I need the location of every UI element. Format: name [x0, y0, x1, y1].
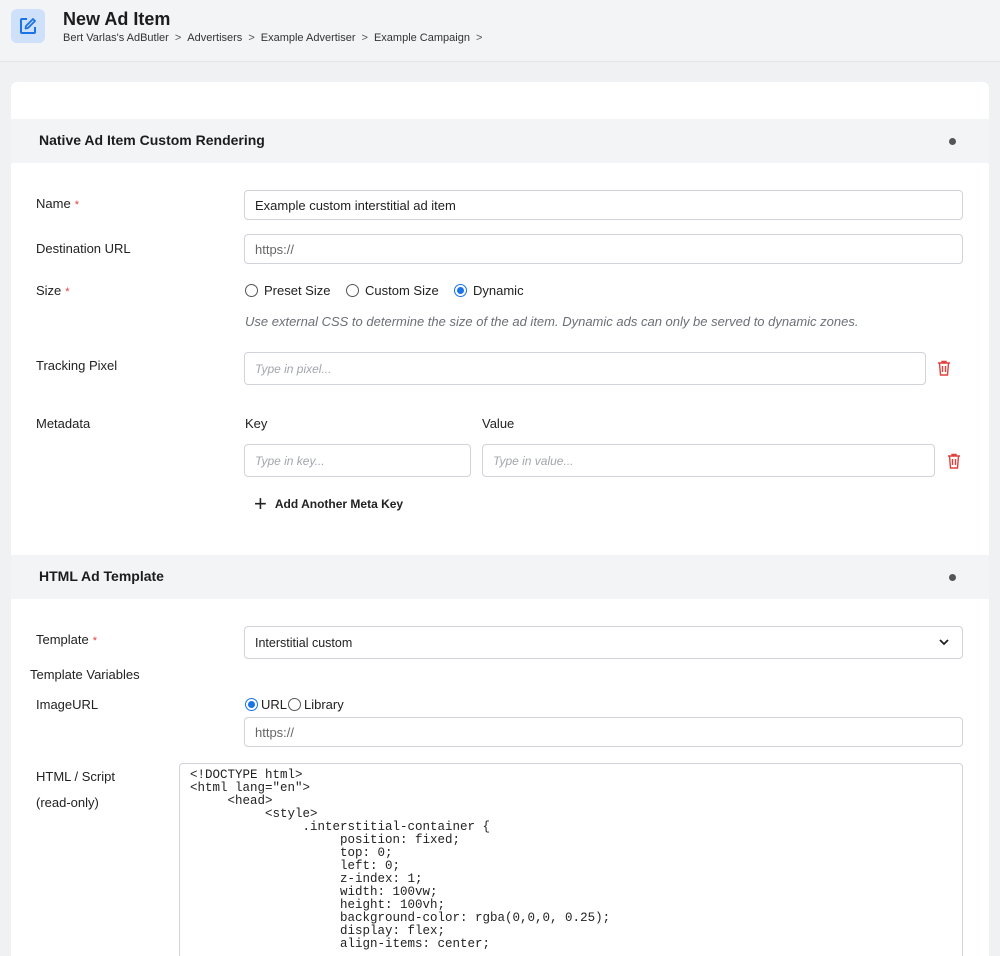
collapse-dot-icon[interactable] — [949, 574, 956, 581]
template-label: Template * — [36, 632, 98, 647]
page-title: New Ad Item — [63, 9, 171, 29]
radio-selected-icon[interactable] — [245, 698, 258, 711]
breadcrumb-item-advertiser[interactable]: Example Advertiser — [261, 32, 356, 44]
template-select[interactable]: Interstitial custom — [244, 626, 963, 659]
tracking-pixel-input[interactable]: Type in pixel... — [244, 352, 926, 385]
chevron-down-icon — [939, 639, 949, 646]
radio-icon[interactable] — [245, 284, 258, 297]
tracking-pixel-label: Tracking Pixel — [36, 358, 118, 373]
required-marker: * — [74, 199, 79, 211]
destination-url-label: Destination URL — [36, 241, 131, 256]
breadcrumb: Bert Varlas's AdButler > Advertisers > Examp… — [63, 32, 488, 44]
size-label: Size * — [36, 283, 70, 298]
radio-icon[interactable] — [346, 284, 359, 297]
html-script-code[interactable]: <!DOCTYPE html> <html lang="en"> <head> … — [179, 763, 963, 956]
image-url-input[interactable]: https:// — [244, 717, 963, 747]
breadcrumb-item-campaign[interactable]: Example Campaign — [374, 32, 470, 44]
section-title: Native Ad Item Custom Rendering — [39, 132, 265, 148]
image-url-label: ImageURL — [36, 697, 99, 712]
read-only-note: (read-only) — [36, 795, 99, 810]
template-variables-label: Template Variables — [30, 667, 140, 682]
breadcrumb-separator: > — [174, 32, 182, 44]
section-header-template[interactable]: HTML Ad Template — [11, 555, 989, 599]
radio-icon[interactable] — [288, 698, 301, 711]
name-label: Name * — [36, 196, 79, 211]
plus-icon: + — [254, 491, 267, 516]
metadata-key-header: Key — [245, 416, 268, 431]
breadcrumb-separator: > — [361, 32, 368, 44]
trash-icon[interactable] — [947, 453, 961, 469]
required-marker: * — [92, 635, 98, 647]
size-hint: Use external CSS to determine the size o… — [245, 314, 859, 329]
edit-icon — [11, 9, 45, 43]
breadcrumb-item-advertisers[interactable]: Advertisers — [187, 32, 242, 44]
add-meta-key-button[interactable]: + Add Another Meta Key — [254, 493, 403, 515]
html-script-label: HTML / Script — [36, 769, 115, 784]
size-option-dynamic[interactable]: Dynamic — [454, 283, 524, 298]
top-bar: New Ad Item Bert Varlas's AdButler > Adver… — [0, 0, 1000, 62]
radio-selected-icon[interactable] — [454, 284, 467, 297]
breadcrumb-separator: > — [248, 32, 255, 44]
name-input[interactable]: Example custom interstitial ad item — [244, 190, 963, 220]
destination-url-input[interactable]: https:// — [244, 234, 963, 264]
metadata-value-input[interactable]: Type in value... — [482, 444, 935, 477]
required-marker: * — [65, 286, 70, 298]
metadata-key-input[interactable]: Type in key... — [244, 444, 471, 477]
image-source-library[interactable]: Library — [288, 697, 344, 712]
metadata-label: Metadata — [36, 416, 91, 431]
collapse-dot-icon[interactable] — [949, 138, 956, 145]
trash-icon[interactable] — [937, 360, 951, 376]
metadata-value-header: Value — [482, 416, 515, 431]
section-title: HTML Ad Template — [39, 568, 164, 584]
template-select-value: Interstitial custom — [255, 635, 353, 650]
size-option-custom[interactable]: Custom Size — [346, 283, 439, 298]
section-header-native[interactable]: Native Ad Item Custom Rendering — [11, 119, 989, 163]
breadcrumb-separator: > — [475, 32, 483, 44]
size-option-preset[interactable]: Preset Size — [245, 283, 330, 298]
breadcrumb-item-adbutler[interactable]: Bert Varlas's AdButler — [63, 32, 169, 44]
image-source-url[interactable]: URL — [245, 697, 287, 712]
